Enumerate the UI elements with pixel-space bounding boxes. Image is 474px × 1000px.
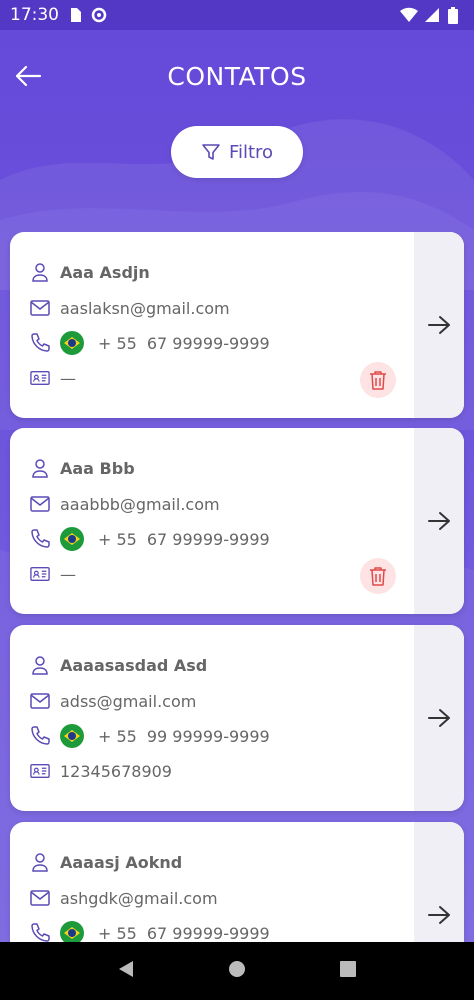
mail-icon — [30, 888, 50, 908]
country-code: + 55 — [98, 923, 137, 943]
id-card-icon — [30, 564, 50, 584]
contact-email: adss@gmail.com — [60, 691, 197, 711]
open-contact-button[interactable] — [414, 232, 464, 418]
app-header: CONTATOS — [0, 30, 474, 125]
triangle-back-icon — [118, 961, 133, 977]
open-contact-button[interactable] — [414, 625, 464, 811]
contact-email: ashgdk@gmail.com — [60, 888, 218, 908]
trash-icon — [370, 567, 386, 586]
battery-icon — [448, 7, 464, 24]
contact-document: 12345678909 — [60, 761, 172, 781]
open-contact-button[interactable] — [414, 822, 464, 942]
arrow-right-icon — [428, 512, 450, 530]
phone-icon — [30, 726, 50, 746]
contact-document: — — [60, 368, 76, 388]
sd-card-icon — [67, 7, 83, 23]
mail-icon — [30, 494, 50, 514]
trash-icon — [370, 371, 386, 390]
contact-card[interactable]: Aaa Bbb aaabbb@gmail.com + 55 67 99999-9… — [10, 428, 464, 614]
contact-name: Aaaasasdad Asd — [60, 655, 208, 675]
phone-icon — [30, 923, 50, 942]
phone-icon — [30, 529, 50, 549]
contact-name: Aaaasj Aoknd — [60, 852, 183, 872]
nav-home-button[interactable] — [228, 960, 246, 982]
id-card-icon — [30, 368, 50, 388]
data-saver-icon — [91, 7, 107, 23]
filter-label: Filtro — [228, 141, 274, 163]
filter-button[interactable]: Filtro — [171, 126, 303, 178]
country-code: + 55 — [98, 529, 137, 549]
brazil-flag-icon — [60, 921, 84, 942]
square-recents-icon — [340, 961, 357, 977]
contact-phone: 99 99999-9999 — [146, 726, 270, 746]
contact-card[interactable]: Aaaasasdad Asd adss@gmail.com + 55 99 99… — [10, 625, 464, 811]
brazil-flag-icon — [60, 527, 84, 551]
open-contact-button[interactable] — [414, 428, 464, 614]
brazil-flag-icon — [60, 331, 84, 355]
arrow-right-icon — [428, 906, 450, 924]
signal-icon — [424, 7, 440, 23]
person-icon — [30, 655, 50, 675]
contact-phone: 67 99999-9999 — [146, 333, 270, 353]
status-time: 17:30 — [10, 5, 59, 25]
page-title: CONTATOS — [167, 62, 307, 91]
nav-recents-button[interactable] — [339, 960, 357, 982]
wifi-icon — [400, 7, 418, 23]
contact-list[interactable]: Aaa Asdjn aaslaksn@gmail.com + 55 67 999… — [0, 232, 474, 942]
mail-icon — [30, 298, 50, 318]
delete-button[interactable] — [360, 362, 396, 398]
person-icon — [30, 852, 50, 872]
contact-card[interactable]: Aaaasj Aoknd ashgdk@gmail.com + 55 67 99… — [10, 822, 464, 942]
mail-icon — [30, 691, 50, 711]
nav-back-button[interactable] — [117, 960, 135, 982]
status-bar: 17:30 — [0, 0, 474, 30]
contact-phone: 67 99999-9999 — [146, 529, 270, 549]
id-card-icon — [30, 761, 50, 781]
arrow-right-icon — [428, 316, 450, 334]
contact-name: Aaa Bbb — [60, 458, 135, 478]
person-icon — [30, 262, 50, 282]
country-code: + 55 — [98, 333, 137, 353]
person-icon — [30, 458, 50, 478]
delete-button[interactable] — [360, 558, 396, 594]
system-nav-bar — [0, 942, 474, 1000]
contact-email: aaabbb@gmail.com — [60, 494, 220, 514]
contact-document: — — [60, 564, 76, 584]
phone-icon — [30, 333, 50, 353]
contact-card[interactable]: Aaa Asdjn aaslaksn@gmail.com + 55 67 999… — [10, 232, 464, 418]
contact-email: aaslaksn@gmail.com — [60, 298, 230, 318]
brazil-flag-icon — [60, 724, 84, 748]
country-code: + 55 — [98, 726, 137, 746]
contact-phone: 67 99999-9999 — [146, 923, 270, 943]
circle-home-icon — [228, 961, 245, 977]
filter-icon — [202, 144, 220, 160]
arrow-right-icon — [428, 709, 450, 727]
contact-name: Aaa Asdjn — [60, 262, 150, 282]
